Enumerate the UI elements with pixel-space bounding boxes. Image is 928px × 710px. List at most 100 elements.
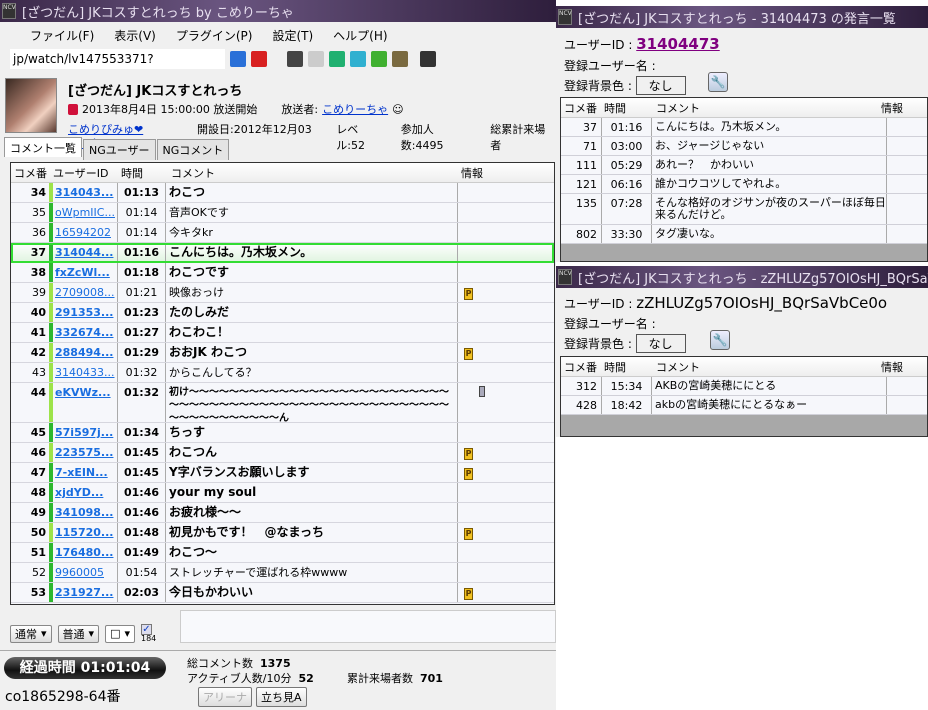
url-input[interactable]: jp/watch/lv147553371?ref=alert_alert bbox=[10, 49, 225, 69]
col-time[interactable]: 時間 bbox=[601, 359, 651, 375]
col-no[interactable]: コメ番 bbox=[561, 100, 601, 116]
table-row[interactable]: 135 07:28 そんな格好のオジサンが夜のスーパーほぼ毎日来るんだけど。 bbox=[561, 194, 927, 225]
menu-help[interactable]: ヘルプ(H) bbox=[323, 27, 397, 44]
user-id-link[interactable]: 7-xEIN... bbox=[55, 466, 108, 479]
menu-settings[interactable]: 設定(T) bbox=[262, 27, 323, 44]
table-row[interactable]: 37 314044... 01:16 こんにちは。乃木坂メン。 bbox=[11, 243, 554, 263]
table-row[interactable]: 43 3140433... 01:32 からこんしてる？ bbox=[11, 363, 554, 383]
col-info[interactable]: 情報 bbox=[881, 359, 903, 375]
tab-ng-users[interactable]: NGユーザー bbox=[83, 139, 156, 160]
speech-on-icon[interactable] bbox=[371, 51, 387, 67]
col-time[interactable]: 時間 bbox=[601, 100, 651, 116]
table-row[interactable]: 48 xjdYD... 01:46 your my soul bbox=[11, 483, 554, 503]
table-row[interactable]: 34 314043... 01:13 わこつ bbox=[11, 183, 554, 203]
table-row[interactable]: 46 223575... 01:45 わこつん P bbox=[11, 443, 554, 463]
chevron-down-icon: ▾ bbox=[124, 627, 130, 640]
wrench-icon[interactable]: 🔧 bbox=[708, 72, 728, 92]
col-no[interactable]: コメ番 bbox=[11, 165, 53, 181]
table-row[interactable]: 51 176480... 01:49 わこつ～ bbox=[11, 543, 554, 563]
col-no[interactable]: コメ番 bbox=[561, 359, 601, 375]
premium-icon: P bbox=[464, 468, 473, 480]
menu-view[interactable]: 表示(V) bbox=[104, 27, 166, 44]
users-icon[interactable] bbox=[350, 51, 366, 67]
user-id-link[interactable]: 115720... bbox=[55, 526, 113, 539]
plugin-add-icon[interactable] bbox=[420, 51, 436, 67]
disconnect-icon[interactable] bbox=[251, 51, 267, 67]
table-row[interactable]: 41 332674... 01:27 わこわこ！ bbox=[11, 323, 554, 343]
arena-button[interactable]: アリーナ bbox=[198, 687, 252, 707]
table-row[interactable]: 49 341098... 01:46 お疲れ様～～ bbox=[11, 503, 554, 523]
tab-comments[interactable]: コメント一覧 bbox=[4, 137, 82, 157]
user-icon[interactable] bbox=[329, 51, 345, 67]
table-row[interactable]: 71 03:00 お、ジャージじゃない bbox=[561, 137, 927, 156]
bg-color-value[interactable]: なし bbox=[635, 334, 686, 353]
col-info[interactable]: 情報 bbox=[457, 165, 483, 181]
user-id-link[interactable]: 231927... bbox=[55, 586, 113, 599]
title-bar: NCV [ざつだん] JKコスすとれっち - zZHLUZg57OIOsHJ_BQ… bbox=[556, 266, 928, 288]
user-id-link[interactable]: 288494... bbox=[55, 346, 113, 359]
caster-link[interactable]: こめりーちゃ bbox=[322, 101, 388, 117]
user-id-link[interactable]: 332674... bbox=[55, 326, 113, 339]
col-userid[interactable]: ユーザーID bbox=[53, 165, 117, 181]
user-id-link[interactable]: 341098... bbox=[55, 506, 113, 519]
comment-text: 誰かコウコツしてやれよ。 bbox=[651, 175, 886, 193]
table-row[interactable]: 312 15:34 AKBの宮崎美穂ににとる bbox=[561, 377, 927, 396]
menu-plugin[interactable]: プラグイン(P) bbox=[166, 27, 263, 44]
col-time[interactable]: 時間 bbox=[117, 165, 165, 181]
user-id-link[interactable]: 223575... bbox=[55, 446, 113, 459]
table-row[interactable]: 36 16594202 01:14 今キタkr bbox=[11, 223, 554, 243]
window-title: [ざつだん] JKコスすとれっち - 31404473 の発言一覧 bbox=[578, 11, 896, 27]
col-comment[interactable]: コメント bbox=[165, 165, 457, 181]
user-id-link[interactable]: 9960005 bbox=[55, 566, 104, 579]
bg-color-value[interactable]: なし bbox=[635, 76, 686, 95]
col-comment[interactable]: コメント bbox=[651, 359, 881, 375]
table-row[interactable]: 111 05:29 あれー？ かわいい bbox=[561, 156, 927, 175]
table-row[interactable]: 428 18:42 akbの宮崎美穂ににとるなぁー bbox=[561, 396, 927, 415]
table-row[interactable]: 50 115720... 01:48 初見かもです！ @なまっち P bbox=[11, 523, 554, 543]
gear-icon[interactable] bbox=[392, 51, 408, 67]
table-row[interactable]: 39 2709008... 01:21 映像おっけ P bbox=[11, 283, 554, 303]
position-select[interactable]: 通常 ▾ bbox=[10, 624, 52, 643]
wrench-icon[interactable]: 🔧 bbox=[710, 330, 730, 350]
user-id-link[interactable]: 314043... bbox=[55, 186, 113, 199]
color-select[interactable]: □ ▾ bbox=[105, 624, 135, 643]
user-id-link[interactable]: xjdYD... bbox=[55, 486, 103, 499]
user-id-link[interactable]: 16594202 bbox=[55, 226, 111, 239]
user-id-link[interactable]: oWpmIIC... bbox=[55, 206, 115, 219]
table-row[interactable]: 121 06:16 誰かコウコツしてやれよ。 bbox=[561, 175, 927, 194]
user-id-link[interactable]: 31404473 bbox=[636, 35, 720, 53]
user-id-link[interactable]: 3140433... bbox=[55, 366, 114, 379]
comment-time: 06:16 bbox=[601, 175, 651, 193]
up-icon[interactable] bbox=[308, 51, 324, 67]
table-row[interactable]: 52 9960005 01:54 ストレッチャーで運ばれる枠wwww bbox=[11, 563, 554, 583]
table-row[interactable]: 38 fxZcWl... 01:18 わこつです bbox=[11, 263, 554, 283]
size-select[interactable]: 普通 ▾ bbox=[57, 624, 100, 643]
user-id-link[interactable]: 291353... bbox=[55, 306, 113, 319]
col-info[interactable]: 情報 bbox=[881, 100, 903, 116]
col-comment[interactable]: コメント bbox=[651, 100, 881, 116]
comment-no: 49 bbox=[30, 506, 46, 519]
comment-input[interactable] bbox=[180, 610, 556, 643]
table-row[interactable]: 44 eKVWz... 01:32 初け～～～～～～～～～～～～～～～～～～～～～～～… bbox=[11, 383, 554, 424]
table-row[interactable]: 42 288494... 01:29 おおJK わこつ P bbox=[11, 343, 554, 363]
bg-color-label: 登録背景色 : bbox=[564, 79, 632, 93]
table-row[interactable]: 40 291353... 01:23 たのしみだ bbox=[11, 303, 554, 323]
table-row[interactable]: 802 33:30 タグ凄いな。 bbox=[561, 225, 927, 244]
user-id-link[interactable]: eKVWz... bbox=[55, 386, 111, 399]
table-row[interactable]: 45 57i597j... 01:34 ちっす bbox=[11, 423, 554, 443]
table-row[interactable]: 35 oWpmIIC... 01:14 音声OKです bbox=[11, 203, 554, 223]
connect-icon[interactable] bbox=[230, 51, 246, 67]
table-row[interactable]: 37 01:16 こんにちは。乃木坂メン。 bbox=[561, 118, 927, 137]
anon-checkbox[interactable]: ✓ 184 bbox=[141, 624, 156, 643]
menu-file[interactable]: ファイル(F) bbox=[20, 27, 104, 44]
table-row[interactable]: 47 7-xEIN... 01:45 Y字バランスお願いします P bbox=[11, 463, 554, 483]
standing-button[interactable]: 立ち見A bbox=[256, 687, 307, 707]
user-id-link[interactable]: fxZcWl... bbox=[55, 266, 110, 279]
tab-ng-comments[interactable]: NGコメント bbox=[156, 139, 230, 160]
user-id-link[interactable]: 57i597j... bbox=[55, 426, 113, 439]
user-id-link[interactable]: 176480... bbox=[55, 546, 113, 559]
user-id-link[interactable]: 2709008... bbox=[55, 286, 114, 299]
robot-icon[interactable] bbox=[287, 51, 303, 67]
table-row[interactable]: 53 231927... 02:03 今日もかわいい P bbox=[11, 583, 554, 603]
user-id-link[interactable]: 314044... bbox=[55, 246, 113, 259]
